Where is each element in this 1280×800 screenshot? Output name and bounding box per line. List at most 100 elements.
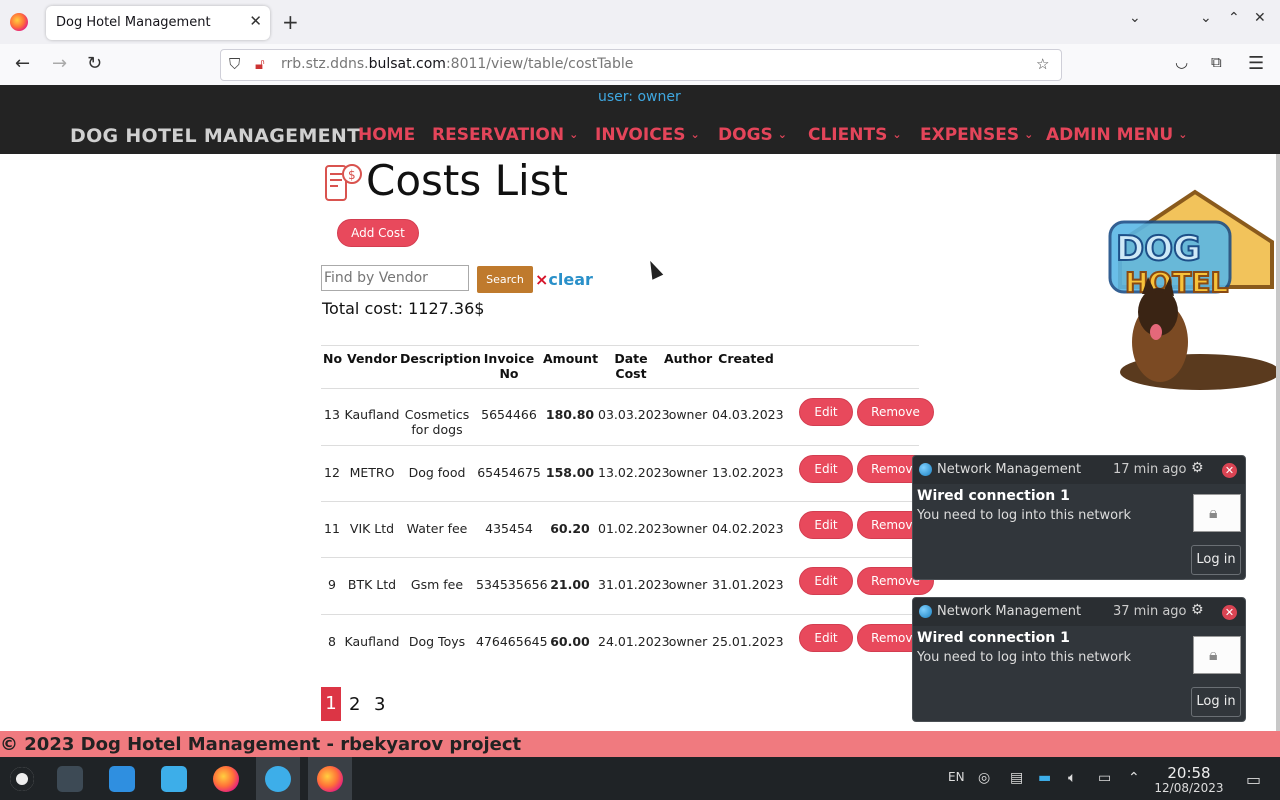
notification-app: Network Management xyxy=(937,462,1082,477)
clock-time[interactable]: 20:58 xyxy=(1150,764,1228,782)
svg-text:$: $ xyxy=(348,168,356,182)
cell-description: Dog Toys xyxy=(408,634,466,649)
col-header-author: Author xyxy=(664,351,713,366)
tab-list-icon[interactable]: ⌄ xyxy=(1129,10,1141,26)
globe-icon xyxy=(919,605,932,618)
edit-button[interactable]: Edit xyxy=(799,624,853,652)
cell-invoice: 476465645 xyxy=(476,634,548,649)
cell-invoice: 435454 xyxy=(485,521,533,536)
firefox-window-icon[interactable] xyxy=(308,757,352,800)
app-launcher-icon[interactable] xyxy=(0,757,44,800)
chevron-down-icon: ⌄ xyxy=(569,128,579,141)
network-notification[interactable]: Network Management 17 min ago ⚙ ✕ Wired … xyxy=(912,455,1246,580)
shield-icon[interactable]: ⛉ xyxy=(229,55,240,73)
notification-body: You need to log into this network xyxy=(917,508,1131,523)
edit-button[interactable]: Edit xyxy=(799,511,853,539)
brand-title[interactable]: DOG HOTEL MANAGEMENT xyxy=(70,125,360,147)
cell-amount: 60.00 xyxy=(550,634,590,649)
browser-tab-bar: Dog Hotel Management ✕ + ⌄ ⌄ ⌃ ✕ xyxy=(0,0,1280,44)
extensions-icon[interactable]: ⧉ xyxy=(1211,53,1222,71)
notification-title: Wired connection 1 xyxy=(917,630,1070,646)
system-tray-expand-icon[interactable]: ⌃ xyxy=(1128,770,1140,786)
url-bar[interactable]: ⛉ 🔓︎ rrb.stz.ddns.bulsat.com:8011/view/t… xyxy=(220,49,1062,81)
cell-created: 13.02.2023 xyxy=(712,465,784,480)
lock-icon: 🔒︎ xyxy=(1193,494,1241,532)
vendor-search-input[interactable] xyxy=(321,265,469,291)
insecure-lock-icon[interactable]: 🔓︎ xyxy=(255,55,265,73)
network-notification[interactable]: Network Management 37 min ago ⚙ ✕ Wired … xyxy=(912,597,1246,722)
page-link-1[interactable]: 1 xyxy=(321,687,341,721)
url-text[interactable]: rrb.stz.ddns.bulsat.com:8011/view/table/… xyxy=(281,56,633,72)
firefox-icon[interactable] xyxy=(10,13,28,31)
forward-icon[interactable]: → xyxy=(52,53,67,74)
nav-reservation[interactable]: RESERVATION ⌄ xyxy=(432,125,578,145)
logo-word-dog: DOG xyxy=(1116,229,1201,269)
network-status-icon[interactable]: ◎ xyxy=(978,770,990,786)
nav-expenses[interactable]: EXPENSES ⌄ xyxy=(920,125,1033,145)
log-in-button[interactable]: Log in xyxy=(1191,545,1241,575)
browser-tab[interactable]: Dog Hotel Management ✕ xyxy=(46,6,270,40)
reload-icon[interactable]: ↻ xyxy=(87,53,102,74)
nav-dogs[interactable]: DOGS ⌄ xyxy=(718,125,787,145)
volume-icon[interactable]: 🔈︎ xyxy=(1068,770,1076,786)
system-settings-icon[interactable] xyxy=(48,757,92,800)
display-icon[interactable]: ▭ xyxy=(1098,770,1111,786)
cell-amount: 158.00 xyxy=(545,465,595,480)
discover-store-icon[interactable] xyxy=(100,757,144,800)
file-manager-icon[interactable] xyxy=(152,757,196,800)
edit-button[interactable]: Edit xyxy=(799,398,853,426)
minimize-icon[interactable]: ⌄ xyxy=(1200,10,1212,26)
page-scrollbar[interactable] xyxy=(1276,154,1280,731)
page-link-2[interactable]: 2 xyxy=(349,694,360,715)
cell-no: 8 xyxy=(328,634,336,649)
chevron-down-icon: ⌄ xyxy=(1178,128,1188,141)
menu-icon[interactable]: ☰ xyxy=(1248,53,1264,74)
notification-time: 17 min ago xyxy=(1113,462,1187,477)
cell-no: 12 xyxy=(324,465,340,480)
edit-button[interactable]: Edit xyxy=(799,567,853,595)
tab-close-icon[interactable]: ✕ xyxy=(249,12,262,30)
settings-sliders-icon[interactable]: ⚙ xyxy=(1191,602,1204,618)
col-header-amount: Amount xyxy=(543,351,599,366)
cell-author: owner xyxy=(668,634,708,649)
close-icon[interactable]: ✕ xyxy=(1222,605,1237,620)
notification-time: 37 min ago xyxy=(1113,604,1187,619)
back-icon[interactable]: ← xyxy=(15,53,30,74)
nav-invoices[interactable]: INVOICES ⌄ xyxy=(595,125,700,145)
edit-button[interactable]: Edit xyxy=(799,455,853,483)
clipboard-icon[interactable]: ▤ xyxy=(1010,770,1023,786)
page-link-3[interactable]: 3 xyxy=(374,694,385,715)
nav-admin-menu[interactable]: ADMIN MENU ⌄ xyxy=(1046,125,1187,145)
settings-sliders-icon[interactable]: ⚙ xyxy=(1191,460,1204,476)
nav-home[interactable]: HOME xyxy=(358,125,415,145)
show-desktop-icon[interactable]: ▭ xyxy=(1246,770,1261,789)
close-icon[interactable]: ✕ xyxy=(1222,463,1237,478)
nav-clients[interactable]: CLIENTS ⌄ xyxy=(808,125,902,145)
cell-no: 13 xyxy=(324,407,340,422)
clear-search-link[interactable]: ×clear xyxy=(535,270,593,289)
notification-title: Wired connection 1 xyxy=(917,488,1070,504)
notifications-icon[interactable]: ▬ xyxy=(1038,770,1051,786)
notification-header: Network Management 17 min ago ⚙ ✕ xyxy=(913,456,1245,484)
clock-date[interactable]: 12/08/2023 xyxy=(1150,781,1228,795)
kde-connect-icon[interactable] xyxy=(256,757,300,800)
new-tab-button[interactable]: + xyxy=(282,10,299,34)
row-divider xyxy=(321,388,919,389)
cell-vendor: Kaufland xyxy=(344,634,400,649)
remove-button[interactable]: Remove xyxy=(857,398,934,426)
add-cost-button[interactable]: Add Cost xyxy=(337,219,419,247)
firefox-taskbar-icon[interactable] xyxy=(204,757,248,800)
cell-no: 11 xyxy=(324,521,340,536)
col-header-date-cost: Date Cost xyxy=(614,351,648,381)
log-in-button[interactable]: Log in xyxy=(1191,687,1241,717)
search-button[interactable]: Search xyxy=(477,266,533,293)
notification-body: You need to log into this network xyxy=(917,650,1131,665)
close-window-icon[interactable]: ✕ xyxy=(1254,10,1266,26)
cell-created: 31.01.2023 xyxy=(712,577,784,592)
maximize-icon[interactable]: ⌃ xyxy=(1228,10,1240,26)
bookmark-star-icon[interactable]: ☆ xyxy=(1036,55,1049,73)
pocket-icon[interactable]: ◡ xyxy=(1175,53,1188,71)
cell-vendor: Kaufland xyxy=(344,407,400,422)
cell-author: owner xyxy=(668,465,708,480)
keyboard-layout-indicator[interactable]: EN xyxy=(948,770,965,784)
